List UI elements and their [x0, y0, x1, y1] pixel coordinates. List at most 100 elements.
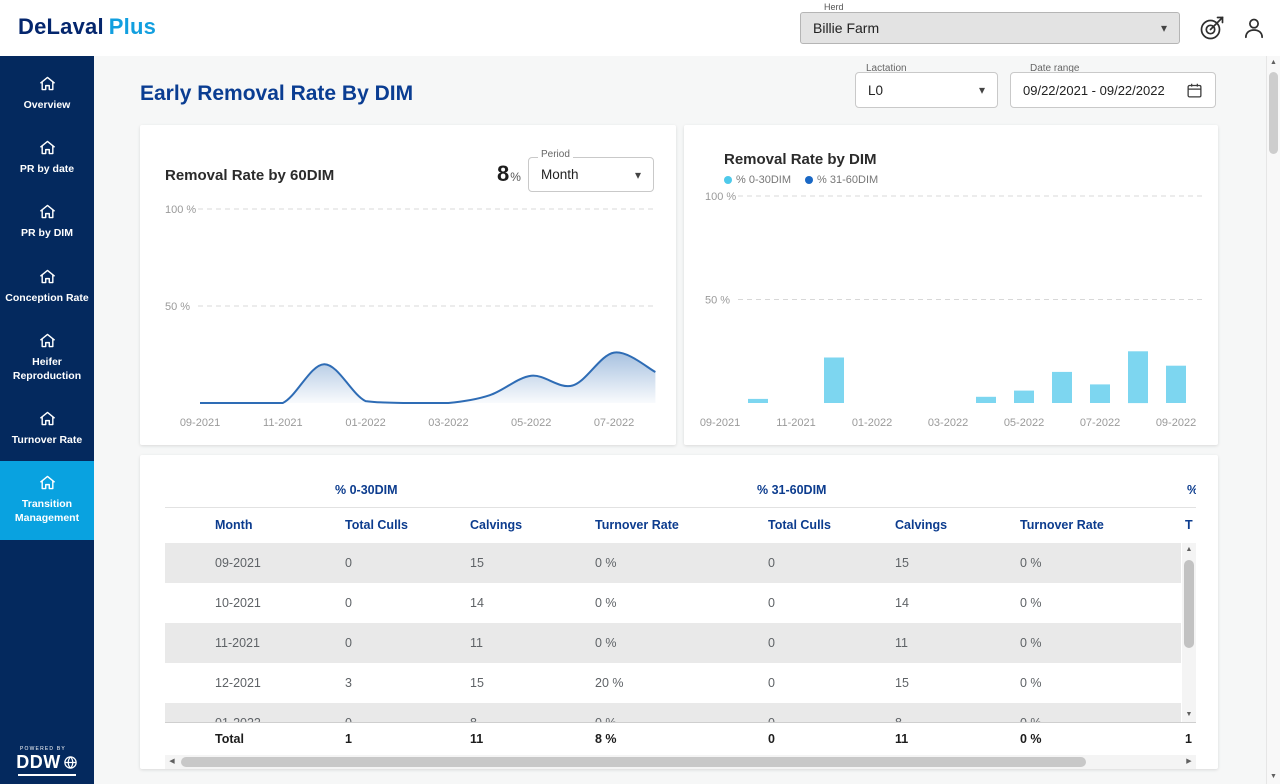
svg-text:07-2022: 07-2022 [594, 417, 634, 429]
table-cell: 14 [470, 583, 484, 623]
home-icon [39, 76, 56, 91]
legend-dot-icon [805, 176, 813, 184]
logo-delaval: DeLaval [18, 14, 104, 39]
removal-rate-table-card: % 0-30DIM% 31-60DIM% MonthTotal CullsCal… [140, 455, 1218, 769]
svg-text:100 %: 100 % [705, 191, 736, 203]
scroll-left-arrow[interactable]: ◀ [165, 755, 179, 769]
table-cell: 20 % [595, 663, 624, 703]
globe-icon [63, 755, 78, 770]
scroll-down-arrow[interactable]: ▼ [1182, 708, 1196, 722]
table-cell: 15 [895, 543, 909, 583]
bar-chart-legend: % 0-30DIM% 31-60DIM [724, 174, 878, 186]
vertical-scroll-thumb[interactable] [1184, 560, 1194, 648]
topbar: DeLavalPlus Herd Billie Farm ▾ [0, 0, 1280, 56]
table-cell: 0 [768, 543, 775, 583]
period-select[interactable]: Month ▾ [528, 157, 654, 192]
table-column-header: Calvings [895, 507, 947, 543]
table-cell: 0 % [1020, 583, 1042, 623]
table-cell: 0 [768, 663, 775, 703]
table-column-header-row: MonthTotal CullsCalvingsTurnover RateTot… [165, 507, 1196, 543]
sidebar-item-label: Transition Management [3, 497, 91, 525]
table-cell: 0 % [1020, 663, 1042, 703]
table-group-header: % 0-30DIM [335, 473, 398, 507]
table-group-header: % [1187, 473, 1196, 507]
sidebar-item-turnover-rate[interactable]: Turnover Rate [0, 397, 94, 461]
table-cell: 0 % [1020, 543, 1042, 583]
table-vertical-scrollbar[interactable]: ▲ ▼ [1182, 543, 1196, 722]
logo-plus: Plus [109, 14, 156, 39]
ddw-underline [18, 774, 76, 776]
page-scroll-down-arrow[interactable]: ▼ [1267, 770, 1280, 784]
table-column-header: Total Culls [768, 507, 831, 543]
page-vertical-scrollbar[interactable]: ▲ ▼ [1266, 56, 1280, 784]
table-group-header: % 31-60DIM [757, 473, 826, 507]
table-total-cell: 11 [470, 723, 483, 755]
sidebar-item-heifer-reproduction[interactable]: Heifer Reproduction [0, 319, 94, 397]
kpi-value: 8 [497, 161, 509, 186]
table-cell: 0 % [595, 703, 617, 722]
person-icon [1241, 15, 1267, 41]
table-cell: 15 [470, 543, 484, 583]
table-cell: 0 [345, 543, 352, 583]
page-scroll-up-arrow[interactable]: ▲ [1267, 56, 1280, 70]
svg-text:09-2021: 09-2021 [700, 417, 740, 429]
table-column-header: Total Culls [345, 507, 408, 543]
table-total-cell: 11 [895, 723, 908, 755]
svg-text:50 %: 50 % [705, 295, 730, 307]
chevron-down-icon: ▾ [635, 168, 641, 182]
table-row: 11-20210110 %0110 % [165, 623, 1181, 663]
page-title: Early Removal Rate By DIM [140, 82, 413, 106]
table-total-cell: Total [215, 723, 244, 755]
lactation-select[interactable]: L0 ▾ [855, 72, 998, 108]
table-cell: 14 [895, 583, 909, 623]
sidebar-item-label: PR by DIM [21, 226, 73, 240]
table-cell: 10-2021 [215, 583, 261, 623]
herd-select[interactable]: Billie Farm ▾ [800, 12, 1180, 44]
table-cell: 09-2021 [215, 543, 261, 583]
table-total-cell: 0 [768, 723, 775, 755]
legend-item: % 0-30DIM [724, 174, 791, 186]
herd-select-value: Billie Farm [813, 20, 879, 36]
sidebar: Overview PR by date PR by DIM Conception Ra… [0, 56, 94, 784]
table-row: 12-202131520 %0150 % [165, 663, 1181, 703]
table-column-header: Calvings [470, 507, 522, 543]
table-cell: 0 [768, 583, 775, 623]
svg-text:01-2022: 01-2022 [852, 417, 892, 429]
svg-text:09-2021: 09-2021 [180, 417, 220, 429]
horizontal-scroll-thumb[interactable] [181, 757, 1086, 767]
table-cell: 0 [345, 703, 352, 722]
table-cell: 8 [470, 703, 477, 722]
date-range-picker[interactable]: 09/22/2021 - 09/22/2022 [1010, 72, 1216, 108]
chevron-down-icon: ▾ [979, 83, 985, 97]
chevron-down-icon: ▾ [1161, 21, 1167, 35]
sidebar-item-transition-management[interactable]: Transition Management [0, 461, 94, 539]
sidebar-item-pr-by-dim[interactable]: PR by DIM [0, 190, 94, 254]
legend-dot-icon [724, 176, 732, 184]
sidebar-item-overview[interactable]: Overview [0, 62, 94, 126]
table-cell: 11 [470, 623, 483, 663]
user-profile-button[interactable] [1238, 12, 1270, 44]
scroll-right-arrow[interactable]: ▶ [1182, 755, 1196, 769]
svg-text:05-2022: 05-2022 [511, 417, 551, 429]
target-button[interactable] [1196, 12, 1228, 44]
scroll-up-arrow[interactable]: ▲ [1182, 543, 1196, 557]
svg-text:03-2022: 03-2022 [428, 417, 468, 429]
sidebar-nav: Overview PR by date PR by DIM Conception Ra… [0, 56, 94, 540]
table-cell: 15 [895, 663, 909, 703]
table-body: 09-20210150 %0150 %10-20210140 %0140 %11… [165, 543, 1181, 722]
table-cell: 0 % [595, 543, 617, 583]
table-horizontal-scrollbar[interactable]: ◀ ▶ [165, 755, 1196, 769]
page-scroll-thumb[interactable] [1269, 72, 1278, 154]
table-row: 10-20210140 %0140 % [165, 583, 1181, 623]
legend-label: % 0-30DIM [736, 174, 791, 186]
table-total-cell: 1 [1185, 723, 1192, 755]
svg-text:100 %: 100 % [165, 204, 196, 216]
sidebar-item-conception-rate[interactable]: Conception Rate [0, 255, 94, 319]
table-total-cell: 8 % [595, 723, 617, 755]
table-cell: 12-2021 [215, 663, 261, 703]
table-cell: 0 [768, 703, 775, 722]
sidebar-item-label: Overview [24, 98, 71, 112]
table-column-header: T [1185, 507, 1193, 543]
target-icon [1198, 14, 1226, 42]
sidebar-item-pr-by-date[interactable]: PR by date [0, 126, 94, 190]
